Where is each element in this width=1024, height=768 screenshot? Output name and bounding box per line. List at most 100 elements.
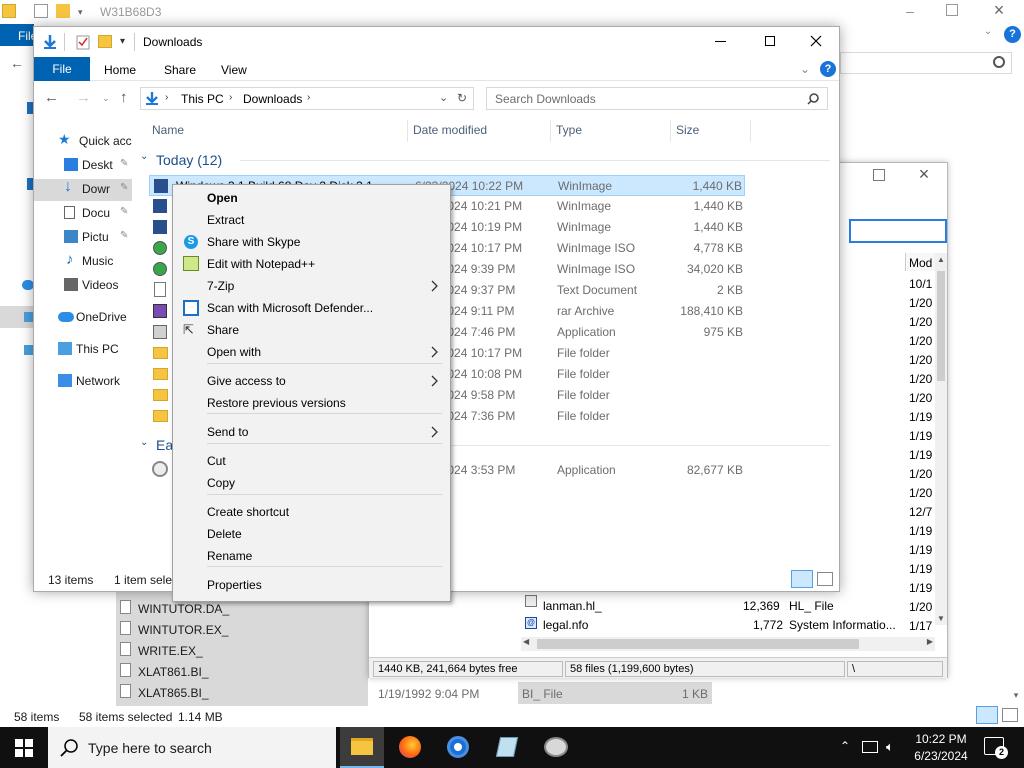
details-view-icon[interactable] [976,706,998,724]
help-icon[interactable]: ? [820,61,836,77]
nav-item[interactable]: Videos [64,277,132,295]
pin-icon[interactable]: ✎ [120,182,128,193]
group-earlier[interactable]: Ea [156,437,173,453]
menu-item-give-access-to[interactable]: Give access to [173,370,450,392]
menu-item-open[interactable]: Open [173,187,450,209]
search-box[interactable]: Search Downloads [486,87,828,110]
taskbar-search[interactable]: Type here to search [48,727,336,768]
nav-item[interactable]: This PC [58,341,132,359]
menu-item-cut[interactable]: Cut [173,450,450,472]
column-date[interactable]: Date modified [413,123,487,137]
ribbon-expand-icon[interactable]: ⌄ [980,26,996,42]
menu-item-send-to[interactable]: Send to [173,421,450,443]
new-folder-icon[interactable] [56,4,70,18]
menu-item-open-with[interactable]: Open with [173,341,450,363]
taskbar-disk-button[interactable] [534,727,578,768]
menu-item-extract[interactable]: Extract [173,209,450,231]
new-folder-icon[interactable] [98,35,112,48]
chevron-right-icon[interactable]: › [165,92,168,103]
menu-item-restore-previous-versions[interactable]: Restore previous versions [173,392,450,414]
properties-icon[interactable] [76,34,90,50]
large-icons-view-icon[interactable] [817,572,833,586]
menu-item-properties[interactable]: Properties [173,574,450,596]
taskbar-explorer-button[interactable] [340,727,384,768]
column-size[interactable]: Size [676,123,699,137]
column-divider[interactable] [750,120,751,142]
fm-column-header[interactable]: Mod [905,253,935,271]
tab-share[interactable]: Share [164,63,196,77]
fm-row-name[interactable]: lanman.hl_ [543,599,602,613]
back-file-name[interactable]: WINTUTOR.DA_ [138,602,229,616]
help-icon[interactable]: ? [1004,26,1021,43]
fm-close-button[interactable]: × [915,163,933,185]
nav-item[interactable]: Pictu ✎ [64,229,132,247]
nav-item[interactable]: ↓ Dowr ✎ [64,178,132,199]
nav-item[interactable]: ★ Quick acc [58,131,132,151]
fm-horizontal-scrollbar[interactable]: ◀ ▶ [521,637,935,651]
fm-vertical-scrollbar[interactable]: ▲ ▼ [935,253,947,625]
properties-icon[interactable] [34,4,48,18]
pin-icon[interactable]: ✎ [120,158,128,169]
pin-icon[interactable]: ✎ [120,230,128,241]
taskbar-chrome-button[interactable] [436,727,480,768]
minimize-button[interactable] [715,41,726,42]
back-file-name[interactable]: WINTUTOR.EX_ [138,623,228,637]
nav-item[interactable]: Network [58,373,132,391]
menu-item-scan-with-microsoft-defender[interactable]: Scan with Microsoft Defender... [173,297,450,319]
ribbon-expand-icon[interactable]: ⌄ [800,62,810,76]
close-button[interactable]: × [990,1,1008,19]
recent-locations-icon[interactable]: ⌄ [102,93,110,104]
group-collapse-icon[interactable]: ⌄ [140,151,148,162]
minimize-button[interactable]: – [896,4,924,18]
fm-maximize-button[interactable] [873,169,885,181]
back-file-tab[interactable]: File [0,24,37,46]
qat-dropdown-icon[interactable]: ▾ [120,36,125,47]
close-button[interactable] [810,35,822,47]
nav-item[interactable]: OneDrive [58,309,132,327]
address-bar[interactable]: › This PC › Downloads › ⌄ ↻ [140,87,474,110]
chevron-right-icon[interactable]: › [307,92,310,103]
taskbar-notepad-button[interactable] [486,727,530,768]
maximize-button[interactable] [946,4,958,16]
menu-item-7-zip[interactable]: 7-Zip [173,275,450,297]
forward-arrow-icon[interactable]: → [76,89,91,106]
menu-item-rename[interactable]: Rename [173,545,450,567]
taskbar-firefox-button[interactable] [388,727,432,768]
column-name[interactable]: Name [152,123,184,137]
back-arrow-icon[interactable]: ← [44,89,59,106]
details-view-icon[interactable] [791,570,813,588]
menu-item-delete[interactable]: Delete [173,523,450,545]
maximize-button[interactable] [765,36,775,46]
refresh-icon[interactable]: ↻ [457,91,467,105]
clock-date[interactable]: 6/23/2024 [913,749,969,763]
volume-muted-icon[interactable]: 🔈︎ [886,739,894,755]
menu-item-create-shortcut[interactable]: Create shortcut [173,501,450,523]
menu-item-share-with-skype[interactable]: S Share with Skype [173,231,450,253]
back-search-box[interactable] [840,52,1012,74]
chevron-down-icon[interactable]: ⌄ [439,91,448,104]
fm-row-name[interactable]: legal.nfo [543,618,588,632]
windows-start-icon[interactable] [15,739,33,757]
menu-item-copy[interactable]: Copy [173,472,450,494]
tab-file[interactable]: File [34,57,90,81]
tab-home[interactable]: Home [104,63,136,77]
back-scrollbar[interactable]: ▾ [1010,420,1022,700]
pin-icon[interactable]: ✎ [120,206,128,217]
chevron-right-icon[interactable]: › [229,92,232,103]
nav-item[interactable]: ♪ Music [64,251,132,271]
column-divider[interactable] [407,120,408,142]
nav-item[interactable]: Deskt ✎ [64,157,132,175]
breadcrumb-this-pc[interactable]: This PC [181,92,224,106]
back-file-name[interactable]: WRITE.EX_ [138,644,203,658]
back-file-name[interactable]: XLAT865.BI_ [138,686,209,700]
group-collapse-icon[interactable]: ⌄ [140,437,148,448]
back-arrow-icon[interactable]: ← [10,56,26,70]
qat-dropdown-icon[interactable]: ▾ [78,8,86,17]
network-icon[interactable] [862,741,878,753]
back-file-name[interactable]: XLAT861.BI_ [138,665,209,679]
column-divider[interactable] [670,120,671,142]
tab-view[interactable]: View [221,63,247,77]
up-arrow-icon[interactable]: ↑ [120,89,128,106]
fm-input[interactable] [849,219,947,243]
menu-item-edit-with-notepad[interactable]: Edit with Notepad++ [173,253,450,275]
